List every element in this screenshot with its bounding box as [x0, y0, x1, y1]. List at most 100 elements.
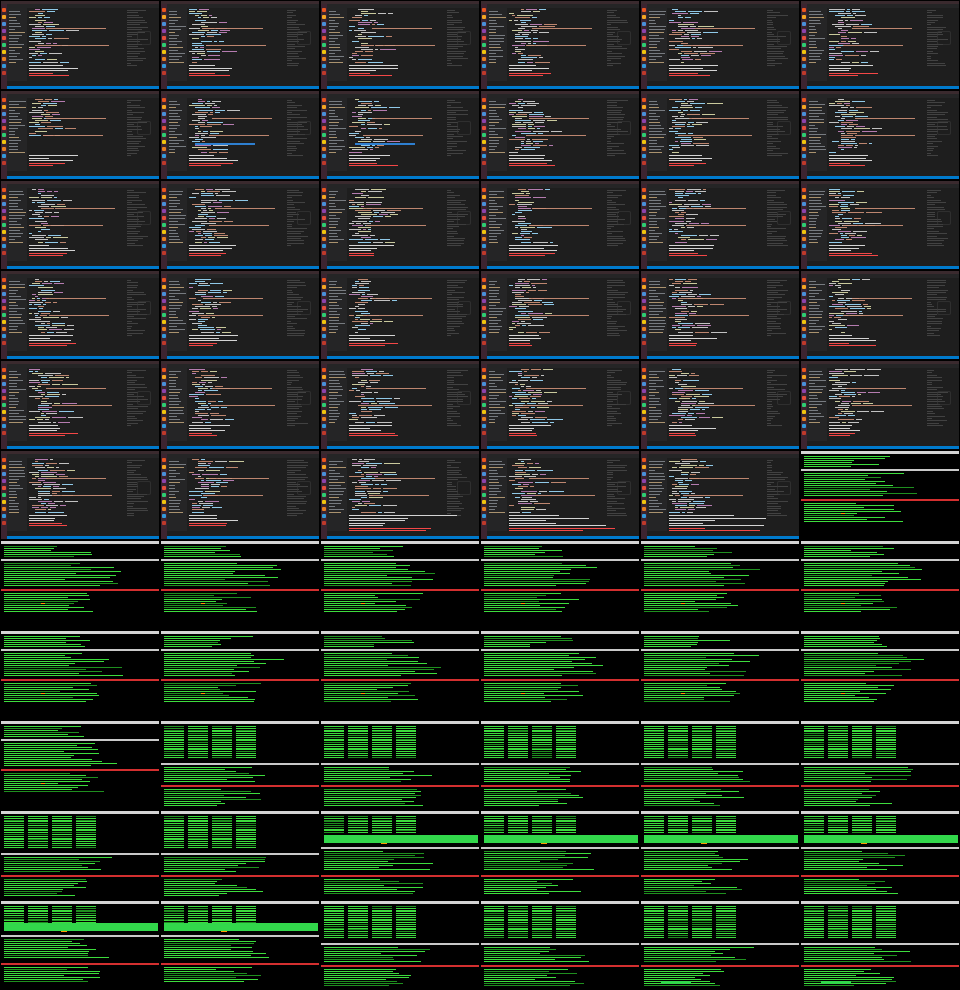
launcher-app-icon	[162, 140, 166, 144]
terminal-output-line	[509, 522, 556, 524]
code-token	[681, 239, 686, 241]
code-token	[832, 375, 848, 377]
code-token	[685, 480, 692, 481]
minimap-line	[447, 233, 458, 235]
code-token	[371, 107, 387, 109]
minimap-line	[127, 12, 138, 14]
code-token	[524, 281, 530, 283]
code-token	[509, 111, 516, 113]
code-token	[358, 304, 365, 306]
code-token	[694, 138, 706, 140]
status-marker	[201, 603, 205, 604]
terminal-output-line	[669, 430, 698, 431]
explorer-file-item	[649, 197, 657, 198]
log-line	[804, 456, 891, 457]
minimap-line	[607, 230, 623, 232]
code-token	[678, 300, 683, 301]
code-token	[38, 480, 45, 481]
minimap-line	[607, 240, 626, 242]
explorer-file-item	[329, 203, 335, 204]
code-token	[515, 17, 530, 19]
active-pane-border	[1, 589, 159, 591]
code-token	[692, 38, 695, 40]
launcher-app-icon	[642, 188, 646, 192]
terminal-output-line	[189, 245, 236, 246]
launcher-app-icon	[322, 389, 326, 393]
code-token	[32, 473, 39, 475]
code-token	[358, 9, 374, 10]
launcher-app-icon	[802, 417, 806, 421]
code-token	[29, 134, 41, 136]
launcher-app-icon	[322, 57, 326, 61]
editor-tab-bar	[647, 94, 799, 98]
editor-tab-bar	[327, 454, 479, 458]
explorer-file-item	[9, 284, 25, 285]
code-token	[42, 411, 57, 412]
code-token	[678, 408, 688, 410]
explorer-file-item	[649, 311, 663, 312]
minimap-line	[447, 481, 452, 483]
code-token	[35, 459, 48, 460]
code-token	[35, 32, 42, 34]
explorer-file-item	[489, 413, 505, 414]
launcher-app-icon	[802, 188, 806, 192]
minimap-line	[287, 510, 306, 512]
log-line	[164, 565, 278, 566]
code-token	[50, 120, 61, 121]
log-line	[324, 767, 389, 768]
explorer-file-item	[489, 203, 497, 204]
terminal-output-line	[669, 517, 766, 519]
code-token	[690, 13, 699, 15]
minimap-line	[927, 294, 937, 296]
explorer-file-item	[169, 32, 175, 33]
status-bar	[7, 86, 159, 89]
log-line	[804, 491, 887, 492]
explorer-file-item	[9, 194, 24, 195]
integrated-terminal	[829, 155, 953, 173]
code-token	[210, 419, 223, 421]
log-line	[804, 599, 883, 600]
launcher-app-icon	[2, 119, 6, 123]
code-token	[686, 220, 691, 222]
code-token	[361, 281, 371, 283]
code-token	[38, 421, 51, 423]
code-token	[841, 331, 845, 333]
code-token	[192, 42, 202, 44]
code-token	[829, 421, 840, 423]
code-string-literal	[372, 117, 432, 119]
minimap-line	[767, 476, 788, 478]
editor-screenshot-frame	[641, 451, 799, 539]
code-token	[355, 396, 365, 398]
explorer-file-item	[329, 281, 337, 282]
explorer-file-item	[329, 389, 343, 390]
log-line	[164, 675, 235, 676]
launcher-app-icon	[642, 140, 646, 144]
explorer-file-item	[329, 149, 342, 150]
minimap-line	[447, 24, 454, 26]
launcher-app-icon	[802, 161, 806, 165]
launcher-app-icon	[2, 64, 6, 68]
explorer-file-item	[489, 470, 497, 471]
explorer-file-item	[169, 191, 183, 192]
code-token	[44, 281, 48, 283]
code-token	[521, 231, 532, 232]
launcher-app-icon	[162, 147, 166, 151]
code-token	[682, 461, 698, 463]
minimap-line	[447, 467, 459, 469]
code-token	[526, 193, 530, 195]
editor-screenshot-frame	[481, 1, 639, 89]
minimap-line	[447, 500, 460, 502]
minimap-line	[607, 17, 620, 19]
explorer-file-item	[169, 509, 180, 510]
launcher-app-icon	[162, 424, 166, 428]
terminal-output-line	[189, 427, 211, 429]
explorer-file-item	[169, 41, 182, 42]
terminal-output-line	[349, 522, 385, 524]
terminal-output-line	[669, 515, 734, 516]
explorer-file-item	[9, 35, 22, 36]
minimap-line	[607, 100, 628, 101]
code-token	[515, 38, 523, 40]
code-token	[372, 318, 382, 320]
code-token	[512, 415, 516, 417]
log-line	[164, 781, 256, 782]
